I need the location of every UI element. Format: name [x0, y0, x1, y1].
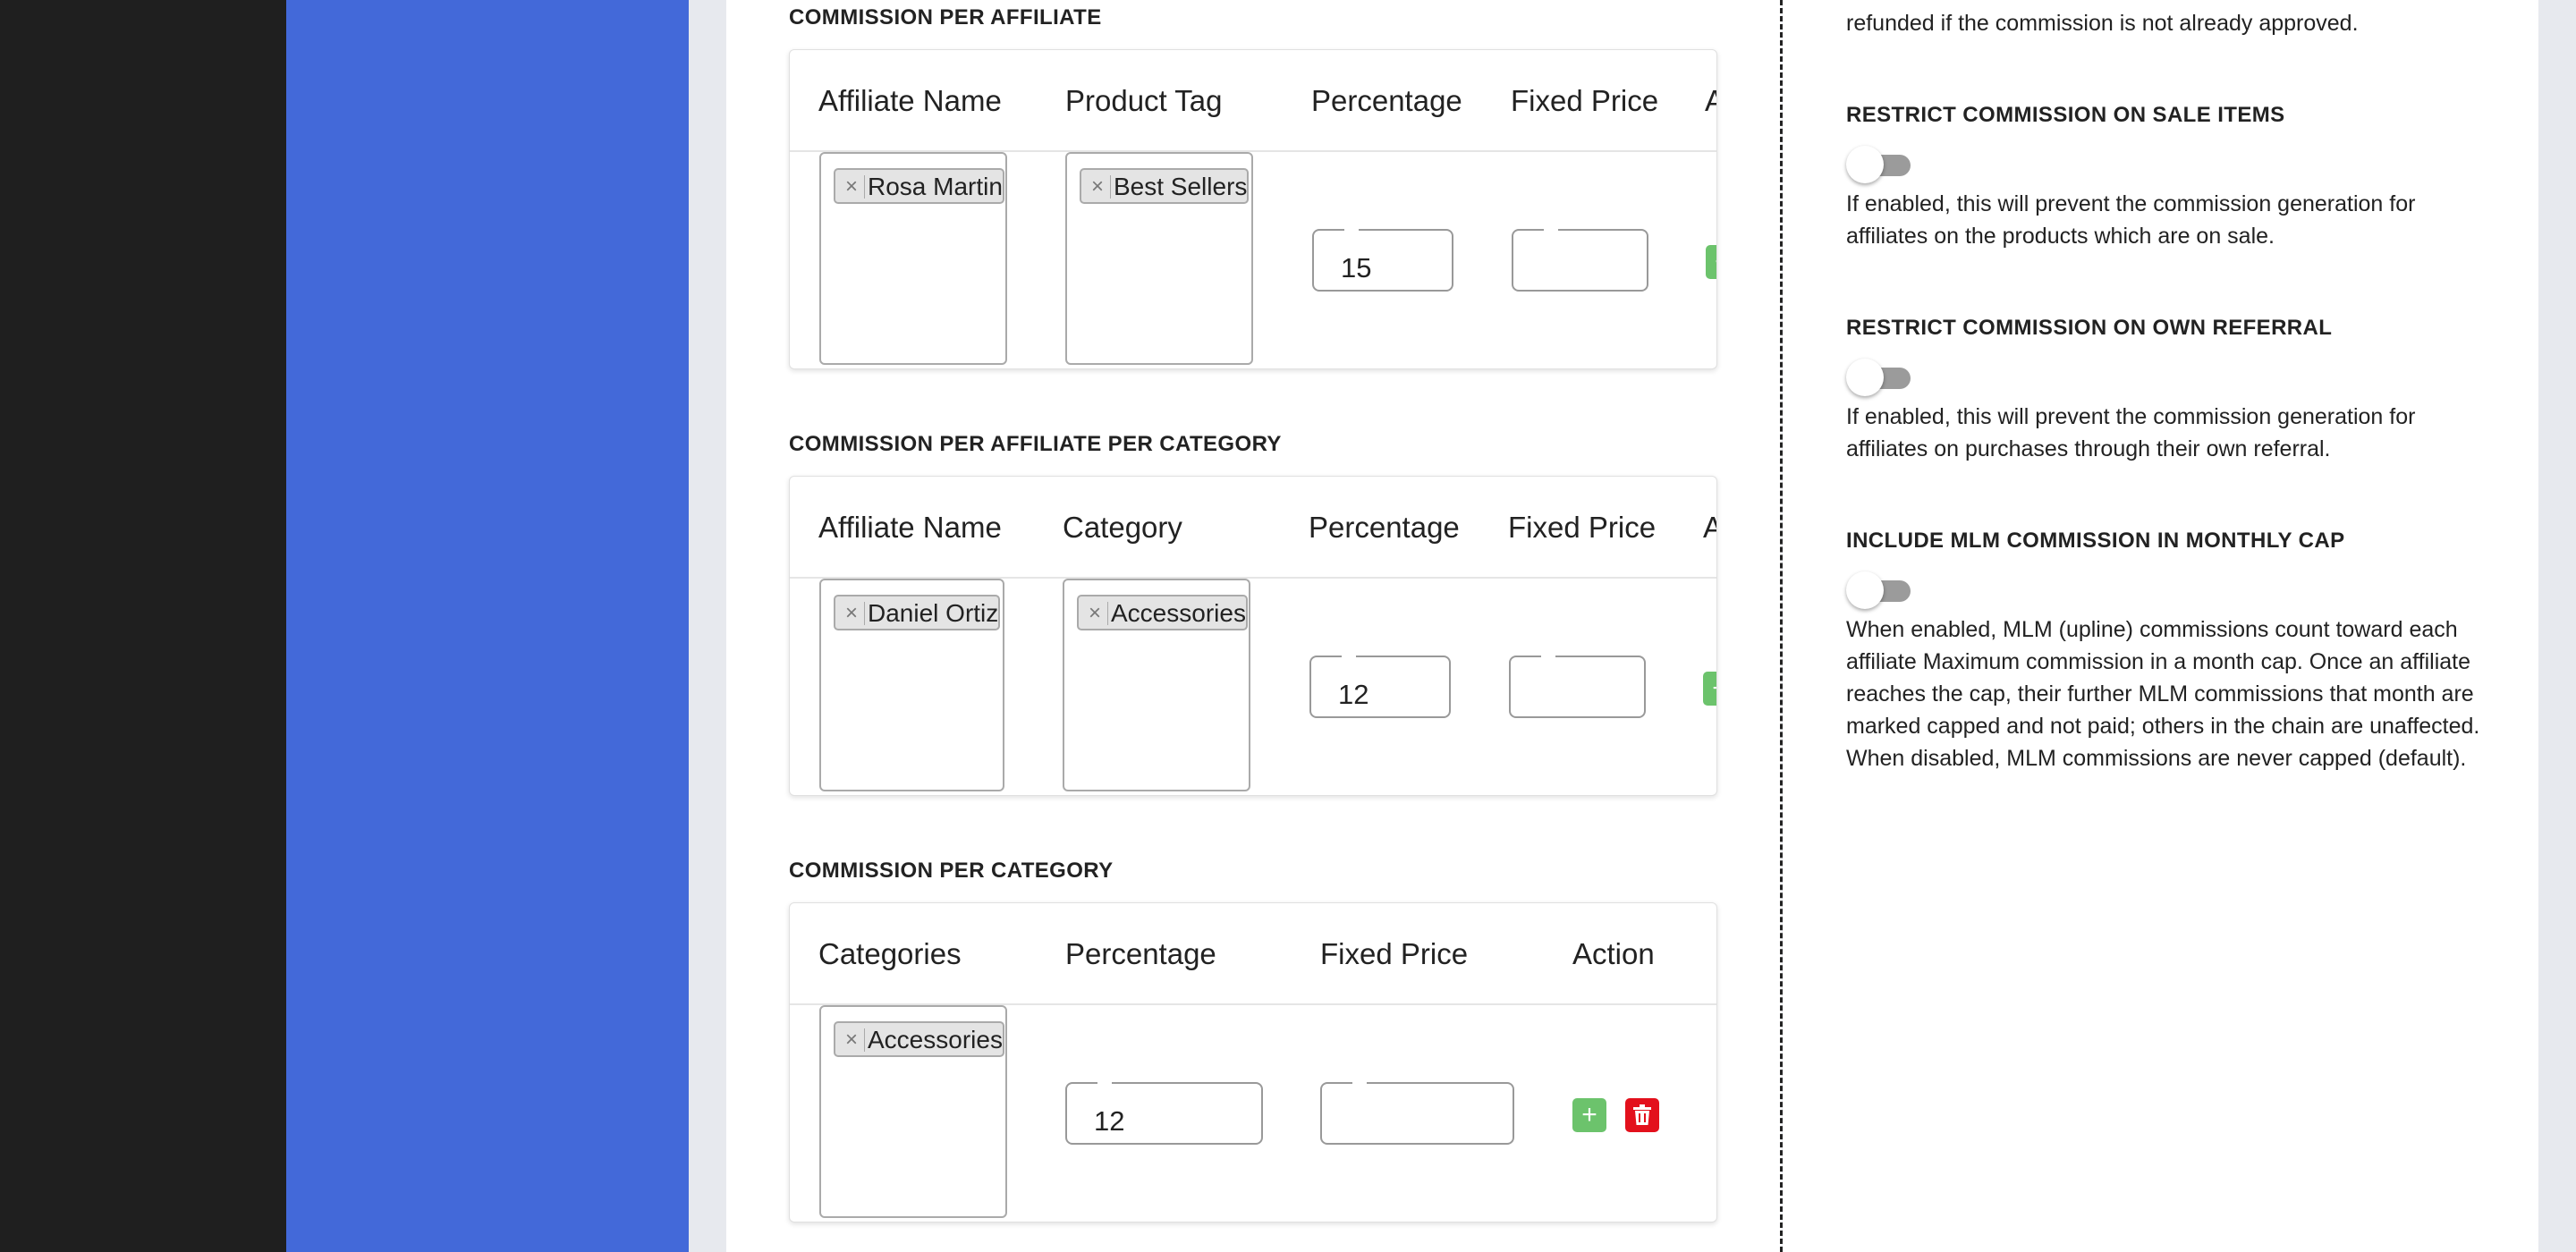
desc-line: If enabled, this will prevent the commis…: [1846, 404, 2416, 429]
affiliate-tag-label: Rosa Martin: [868, 173, 1003, 200]
desc-line: affiliate Maximum commission in a month …: [1846, 649, 2470, 674]
table-per-category: Categories Percentage Fixed Price Action…: [789, 902, 1717, 1222]
product-tag-multiselect[interactable]: × Best Sellers: [1065, 152, 1253, 365]
product-tag-label: Best Sellers: [1114, 173, 1248, 200]
table-header: Affiliate Name Category Percentage Fixed…: [790, 477, 1716, 579]
section-title-per-affiliate-category: COMMISSION PER AFFILIATE PER CATEGORY: [789, 432, 1282, 456]
col-action: A: [1705, 84, 1716, 118]
category-multiselect[interactable]: × Accessories: [1063, 579, 1250, 791]
desc-line: When disabled, MLM commissions are never…: [1846, 746, 2467, 771]
category-tag: × Accessories: [1077, 595, 1248, 630]
col-fixed-price: Fixed Price: [1511, 84, 1659, 117]
remove-tag-icon[interactable]: ×: [843, 1023, 860, 1057]
percentage-value: 12: [1094, 1105, 1125, 1137]
desc-line: When enabled, MLM (upline) commissions c…: [1846, 617, 2458, 642]
table-header: Categories Percentage Fixed Price Action: [790, 903, 1716, 1005]
percentage-value: 12: [1338, 679, 1369, 710]
fixed-price-input[interactable]: [1320, 1081, 1514, 1145]
percentage-input[interactable]: 12: [1309, 655, 1451, 718]
section-title-per-affiliate: COMMISSION PER AFFILIATE: [789, 5, 1102, 30]
category-tag-label: Accessories: [868, 1026, 1003, 1053]
desc-line: affiliates on the products which are on …: [1846, 224, 2275, 249]
setting-title-own-referral: RESTRICT COMMISSION ON OWN REFERRAL: [1846, 316, 2333, 340]
category-multiselect[interactable]: × Accessories: [819, 1005, 1007, 1218]
affiliate-multiselect[interactable]: × Daniel Ortiz: [819, 579, 1004, 791]
trash-icon: [1633, 1104, 1651, 1125]
product-tag: × Best Sellers: [1080, 168, 1250, 204]
col-fixed-price: Fixed Price: [1508, 511, 1657, 544]
sale-items-description: If enabled, this will prevent the commis…: [1846, 188, 2490, 252]
category-tag-label: Accessories: [1111, 599, 1246, 627]
add-row-button[interactable]: +: [1706, 245, 1716, 279]
add-row-button[interactable]: +: [1572, 1098, 1606, 1132]
col-categories: Categories: [818, 937, 962, 970]
right-gutter: [2538, 0, 2576, 1252]
desc-line: marked capped and not paid; others in th…: [1846, 714, 2480, 739]
percentage-input[interactable]: 15: [1312, 228, 1453, 292]
section-title-per-category: COMMISSION PER CATEGORY: [789, 859, 1114, 883]
prev-setting-description: refunded if the commission is not alread…: [1846, 11, 2359, 36]
col-percentage: Percentage: [1311, 84, 1462, 117]
affiliate-tag: × Rosa Martin: [834, 168, 1004, 204]
affiliate-tag: × Daniel Ortiz: [834, 595, 1001, 630]
mlm-cap-toggle[interactable]: [1846, 571, 1911, 609]
table-per-affiliate: Affiliate Name Product Tag Percentage Fi…: [789, 49, 1717, 369]
own-referral-description: If enabled, this will prevent the commis…: [1846, 401, 2490, 465]
desc-line: If enabled, this will prevent the commis…: [1846, 191, 2416, 216]
percentage-input[interactable]: 12: [1065, 1081, 1263, 1145]
gutter: [689, 0, 726, 1252]
fixed-price-input[interactable]: [1509, 655, 1646, 718]
remove-tag-icon[interactable]: ×: [843, 596, 860, 630]
table-per-affiliate-category: Affiliate Name Category Percentage Fixed…: [789, 476, 1717, 796]
col-percentage: Percentage: [1065, 937, 1216, 970]
sale-items-toggle[interactable]: [1846, 146, 1911, 183]
affiliate-tag-label: Daniel Ortiz: [868, 599, 999, 627]
remove-tag-icon[interactable]: ×: [1089, 170, 1106, 204]
add-row-button[interactable]: +: [1703, 672, 1716, 706]
own-referral-toggle[interactable]: [1846, 359, 1911, 396]
desc-line: reaches the cap, their further MLM commi…: [1846, 681, 2474, 706]
desc-line: affiliates on purchases through their ow…: [1846, 436, 2331, 461]
col-action: A: [1703, 511, 1716, 545]
col-affiliate-name: Affiliate Name: [818, 84, 1002, 117]
remove-tag-icon[interactable]: ×: [843, 170, 860, 204]
col-percentage: Percentage: [1309, 511, 1460, 544]
left-dark-panel: [0, 0, 286, 1252]
col-category: Category: [1063, 511, 1182, 544]
delete-row-button[interactable]: [1625, 1098, 1659, 1132]
col-affiliate-name: Affiliate Name: [818, 511, 1002, 544]
col-product-tag: Product Tag: [1065, 84, 1223, 117]
table-header: Affiliate Name Product Tag Percentage Fi…: [790, 50, 1716, 152]
setting-title-mlm-cap: INCLUDE MLM COMMISSION IN MONTHLY CAP: [1846, 529, 2345, 553]
fixed-price-input[interactable]: [1512, 228, 1648, 292]
col-action: Action: [1572, 937, 1655, 970]
affiliate-multiselect[interactable]: × Rosa Martin: [819, 152, 1007, 365]
col-fixed-price: Fixed Price: [1320, 937, 1469, 970]
category-tag: × Accessories: [834, 1021, 1004, 1057]
remove-tag-icon[interactable]: ×: [1086, 596, 1104, 630]
left-blue-panel: [286, 0, 689, 1252]
percentage-value: 15: [1341, 252, 1372, 283]
setting-title-sale-items: RESTRICT COMMISSION ON SALE ITEMS: [1846, 103, 2285, 127]
mlm-cap-description: When enabled, MLM (upline) commissions c…: [1846, 613, 2508, 774]
